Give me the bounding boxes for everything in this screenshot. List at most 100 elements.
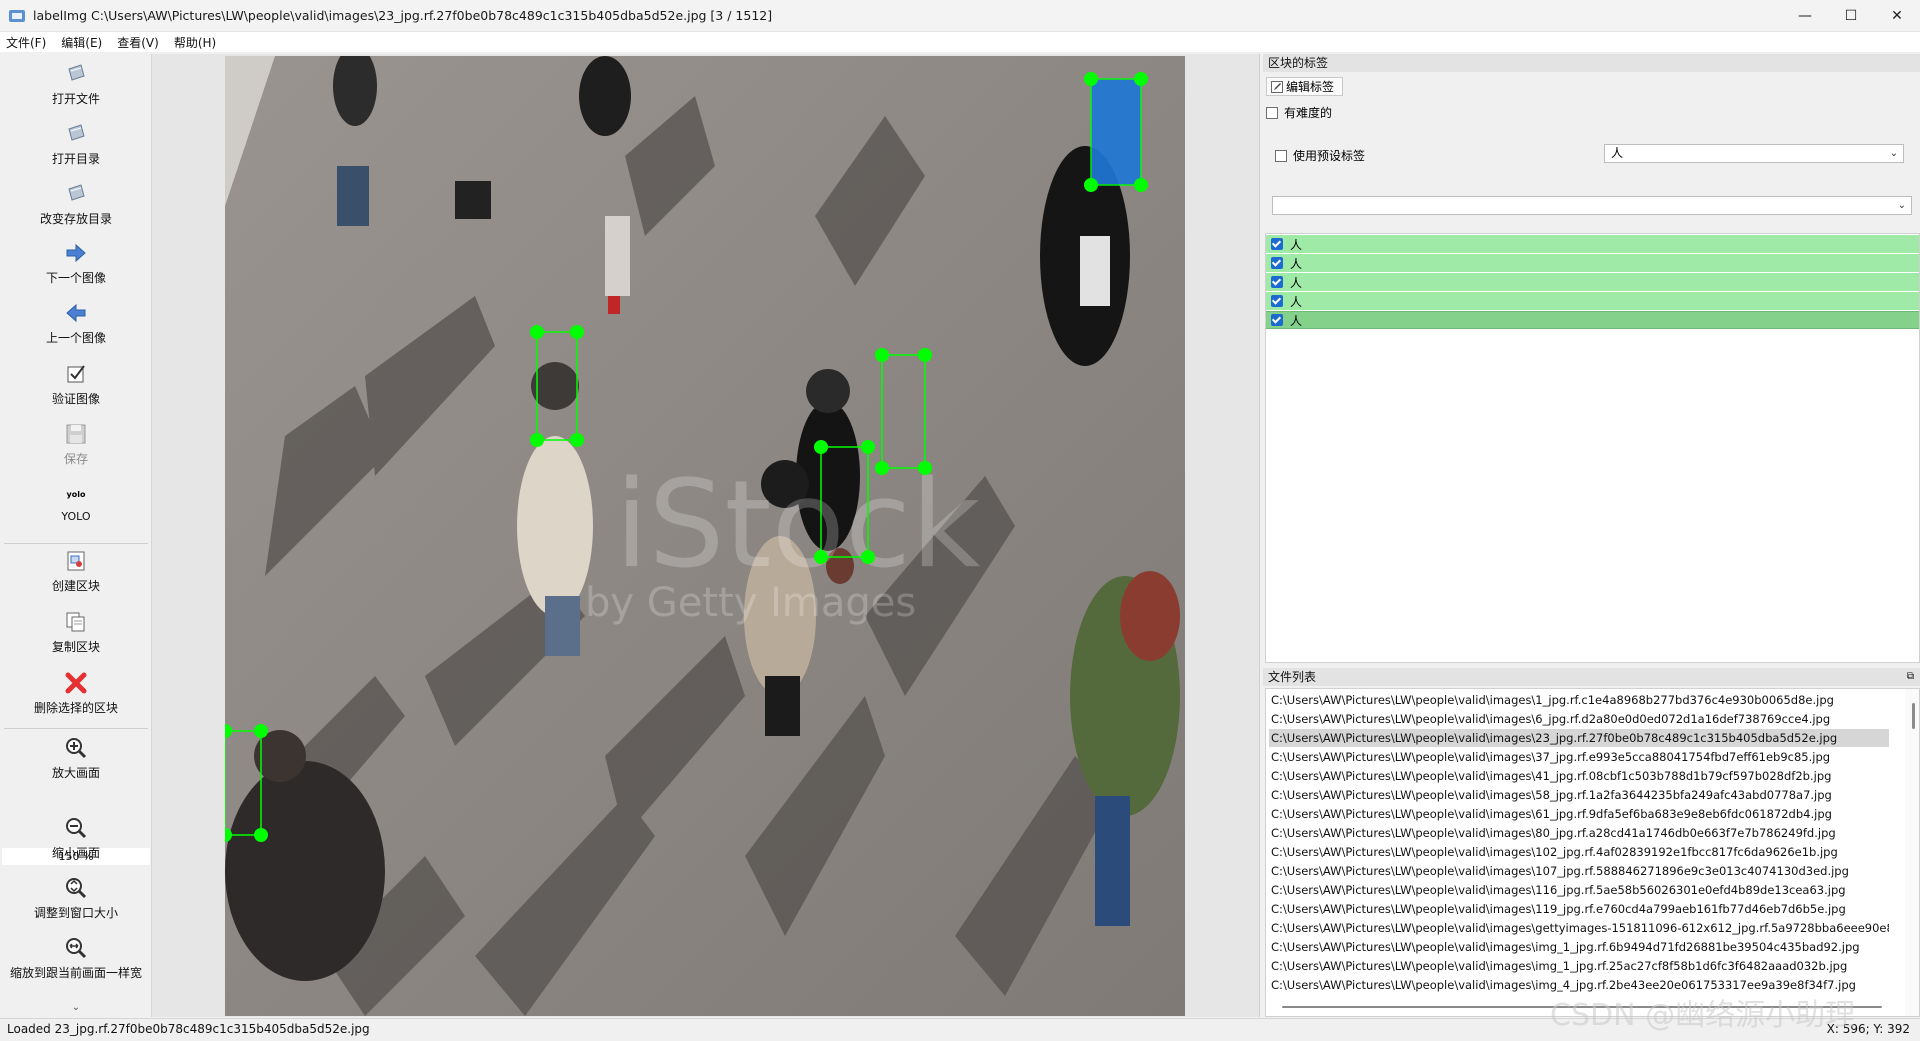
file-item[interactable]: C:\Users\AW\Pictures\LW\people\valid\ima… bbox=[1269, 748, 1889, 766]
format-label: YOLO bbox=[61, 510, 91, 523]
save-label: 保存 bbox=[63, 452, 88, 466]
file-item[interactable]: C:\Users\AW\Pictures\LW\people\valid\ima… bbox=[1269, 919, 1889, 937]
toolbar-divider bbox=[4, 728, 148, 729]
format-toggle-button[interactable]: yolo YOLO bbox=[0, 482, 152, 524]
file-item-selected[interactable]: C:\Users\AW\Pictures\LW\people\valid\ima… bbox=[1269, 729, 1889, 747]
left-toolbar: 打开文件 打开目录 改变存放目录 下一个图像 上一个图像 验证图像 保存 yol… bbox=[0, 54, 152, 1017]
difficult-label: 有难度的 bbox=[1284, 106, 1333, 120]
label-list[interactable]: 人 人 人 人 人 bbox=[1265, 233, 1920, 663]
file-item[interactable]: C:\Users\AW\Pictures\LW\people\valid\ima… bbox=[1269, 843, 1889, 861]
label-item[interactable]: 人 bbox=[1266, 273, 1919, 291]
file-item[interactable]: C:\Users\AW\Pictures\LW\people\valid\ima… bbox=[1269, 824, 1889, 842]
file-item[interactable]: C:\Users\AW\Pictures\LW\people\valid\ima… bbox=[1269, 767, 1889, 785]
file-item[interactable]: C:\Users\AW\Pictures\LW\people\valid\ima… bbox=[1269, 881, 1889, 899]
getty-watermark: by Getty Images bbox=[585, 580, 916, 626]
file-item[interactable]: C:\Users\AW\Pictures\LW\people\valid\ima… bbox=[1269, 862, 1889, 880]
create-box-label: 创建区块 bbox=[51, 579, 100, 593]
label-item[interactable]: 人 bbox=[1266, 254, 1919, 272]
use-default-check-square[interactable] bbox=[1275, 149, 1287, 162]
zoom-out-button[interactable]: 缩小画面 bbox=[0, 816, 152, 861]
label-item-text: 人 bbox=[1290, 275, 1303, 290]
change-save-dir-button[interactable]: 改变存放目录 bbox=[0, 182, 152, 227]
file-item[interactable]: C:\Users\AW\Pictures\LW\people\valid\ima… bbox=[1269, 691, 1889, 709]
chevron-down-icon: ⌄ bbox=[71, 1002, 81, 1013]
file-item[interactable]: C:\Users\AW\Pictures\LW\people\valid\ima… bbox=[1269, 786, 1889, 804]
window-title: labelImg C:\Users\AW\Pictures\LW\people\… bbox=[33, 8, 773, 23]
checked-checkbox-icon[interactable] bbox=[1271, 276, 1283, 288]
checkbox-icon bbox=[64, 362, 88, 386]
edit-label-text: 编辑标签 bbox=[1286, 80, 1335, 94]
zoom-out-icon bbox=[64, 816, 88, 840]
open-dir-button[interactable]: 打开目录 bbox=[0, 122, 152, 167]
default-label-select[interactable]: 人 ⌄ bbox=[1604, 144, 1904, 163]
file-item[interactable]: C:\Users\AW\Pictures\LW\people\valid\ima… bbox=[1269, 900, 1889, 918]
use-default-label-checkbox[interactable]: 使用预设标签 bbox=[1275, 147, 1365, 164]
menu-file[interactable]: 文件(F) bbox=[6, 34, 46, 51]
fit-width-icon bbox=[64, 936, 88, 960]
file-item[interactable]: C:\Users\AW\Pictures\LW\people\valid\ima… bbox=[1269, 805, 1889, 823]
delete-box-label: 删除选择的区块 bbox=[33, 701, 118, 715]
fit-width-label: 缩放到跟当前画面一样宽 bbox=[9, 966, 142, 980]
image-canvas[interactable]: iStock by Getty Images bbox=[225, 56, 1185, 1016]
bbox-person-selected bbox=[1090, 78, 1142, 186]
create-box-button[interactable]: 创建区块 bbox=[0, 549, 152, 594]
toolbar-divider bbox=[4, 543, 148, 544]
fit-window-button[interactable]: 调整到窗口大小 bbox=[0, 876, 152, 921]
file-list-vscrollbar[interactable] bbox=[1905, 689, 1919, 1016]
edit-label-button[interactable]: 编辑标签 bbox=[1266, 77, 1344, 96]
title-bar: labelImg C:\Users\AW\Pictures\LW\people\… bbox=[0, 0, 1920, 32]
window-controls: — ☐ ✕ bbox=[1782, 0, 1920, 32]
float-dock-icon[interactable]: ⧉ bbox=[1907, 668, 1914, 686]
copy-icon bbox=[64, 610, 88, 634]
label-item-text: 人 bbox=[1290, 237, 1303, 252]
canvas-area[interactable]: iStock by Getty Images bbox=[152, 54, 1260, 1017]
use-default-label: 使用预设标签 bbox=[1293, 149, 1366, 163]
menu-help[interactable]: 帮助(H) bbox=[174, 34, 216, 51]
label-item-selected[interactable]: 人 bbox=[1266, 311, 1919, 329]
fit-width-button[interactable]: 缩放到跟当前画面一样宽 bbox=[0, 936, 152, 981]
street-photo: iStock by Getty Images bbox=[225, 56, 1185, 1016]
minimize-button[interactable]: — bbox=[1782, 0, 1828, 32]
verify-image-button[interactable]: 验证图像 bbox=[0, 362, 152, 407]
zoom-in-icon bbox=[64, 736, 88, 760]
open-file-label: 打开文件 bbox=[51, 92, 100, 106]
label-item[interactable]: 人 bbox=[1266, 235, 1919, 253]
zoom-in-button[interactable]: 放大画面 bbox=[0, 736, 152, 781]
file-item[interactable]: C:\Users\AW\Pictures\LW\people\valid\ima… bbox=[1269, 938, 1889, 956]
toolbar-more-button[interactable]: ⌄ bbox=[0, 998, 152, 1013]
checked-checkbox-icon[interactable] bbox=[1271, 238, 1283, 250]
checked-checkbox-icon[interactable] bbox=[1271, 257, 1283, 269]
save-button[interactable]: 保存 bbox=[0, 422, 152, 467]
chevron-down-icon: ⌄ bbox=[1889, 148, 1898, 159]
checked-checkbox-icon[interactable] bbox=[1271, 314, 1283, 326]
labels-dock-title: 区块的标签 bbox=[1263, 54, 1920, 72]
file-list-title-text: 文件列表 bbox=[1268, 670, 1317, 684]
menu-edit[interactable]: 编辑(E) bbox=[61, 34, 102, 51]
file-list-title: 文件列表 ⧉ bbox=[1263, 668, 1920, 686]
delete-box-button[interactable]: 删除选择的区块 bbox=[0, 671, 152, 716]
prev-image-button[interactable]: 上一个图像 bbox=[0, 301, 152, 346]
close-button[interactable]: ✕ bbox=[1874, 0, 1920, 32]
csdn-watermark: CSDN @幽络源小助理 bbox=[1550, 998, 1856, 1033]
difficult-checkbox[interactable]: 有难度的 bbox=[1266, 104, 1332, 121]
scroll-thumb[interactable] bbox=[1912, 703, 1915, 729]
istock-watermark: iStock bbox=[615, 456, 981, 595]
next-image-button[interactable]: 下一个图像 bbox=[0, 241, 152, 286]
label-filter-select[interactable]: ⌄ bbox=[1272, 196, 1912, 215]
label-item-text: 人 bbox=[1290, 313, 1303, 328]
file-item[interactable]: C:\Users\AW\Pictures\LW\people\valid\ima… bbox=[1269, 957, 1889, 975]
maximize-button[interactable]: ☐ bbox=[1828, 0, 1874, 32]
label-item[interactable]: 人 bbox=[1266, 292, 1919, 310]
difficult-check-square[interactable] bbox=[1266, 106, 1278, 119]
checked-checkbox-icon[interactable] bbox=[1271, 295, 1283, 307]
copy-box-button[interactable]: 复制区块 bbox=[0, 610, 152, 655]
arrow-left-icon bbox=[64, 301, 88, 325]
menu-view[interactable]: 查看(V) bbox=[117, 34, 159, 51]
app-icon bbox=[9, 8, 25, 24]
open-file-button[interactable]: 打开文件 bbox=[0, 62, 152, 107]
labelimg-window: labelImg C:\Users\AW\Pictures\LW\people\… bbox=[0, 0, 1920, 1041]
file-item[interactable]: C:\Users\AW\Pictures\LW\people\valid\ima… bbox=[1269, 710, 1889, 728]
zoom-in-label: 放大画面 bbox=[51, 766, 100, 780]
file-list[interactable]: C:\Users\AW\Pictures\LW\people\valid\ima… bbox=[1265, 688, 1920, 1017]
change-save-dir-label: 改变存放目录 bbox=[39, 212, 112, 226]
